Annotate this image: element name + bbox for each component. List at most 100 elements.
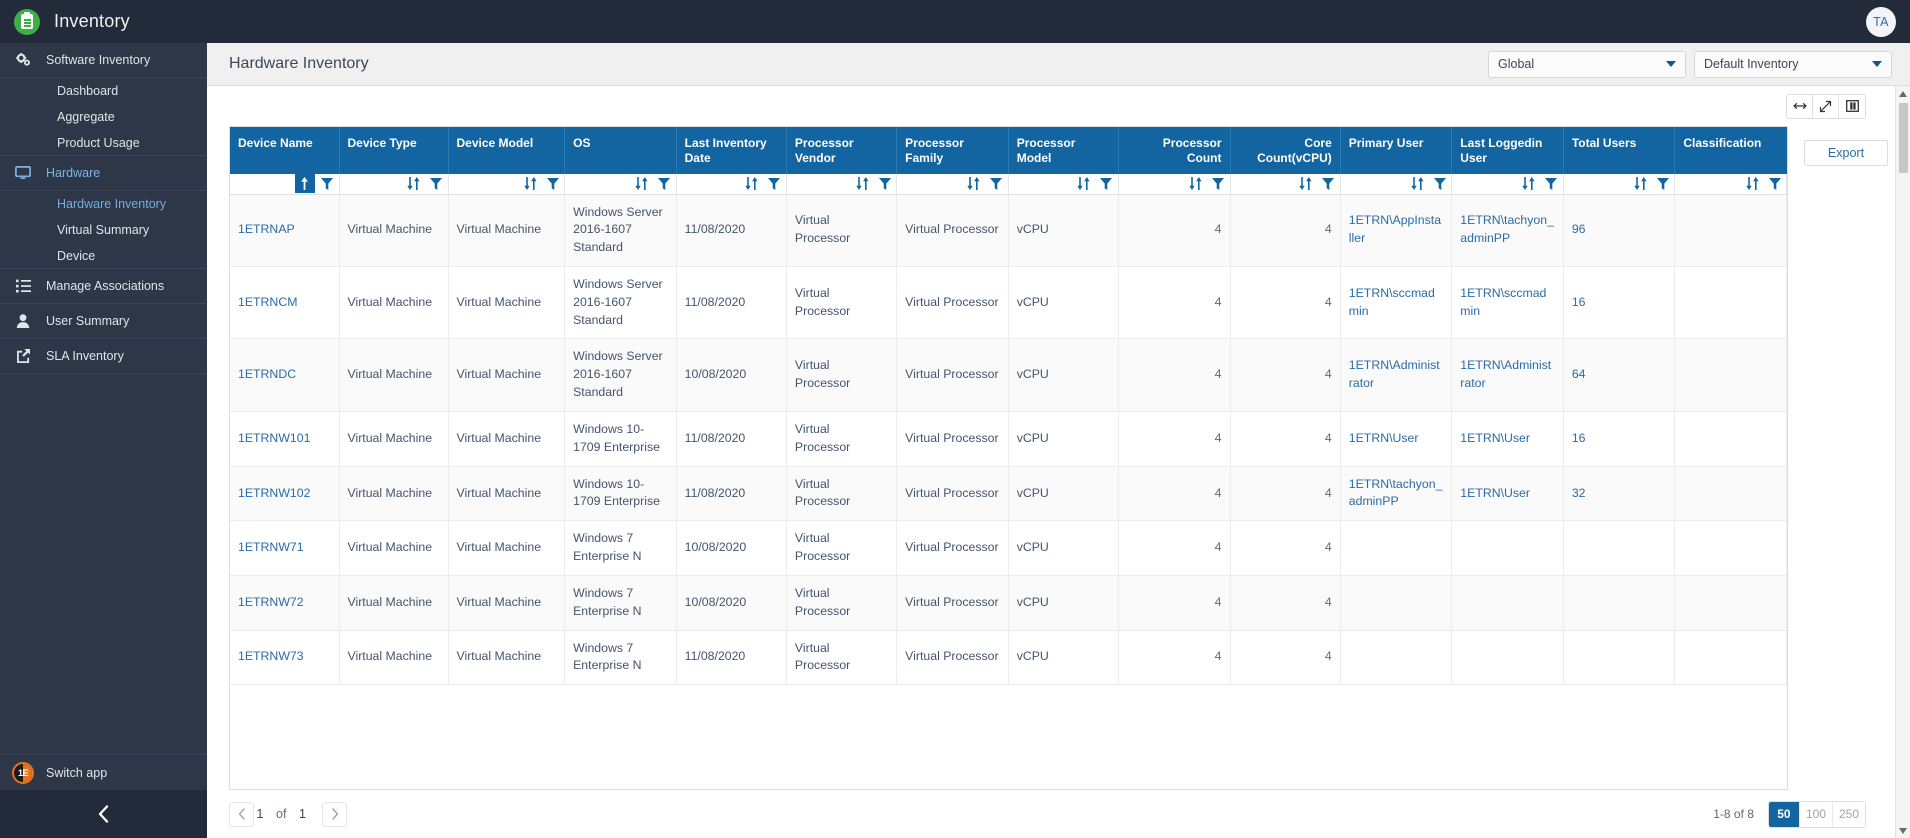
sidebar-item-hardware-inventory[interactable]: Hardware Inventory [0, 191, 207, 217]
sort-toggle-icon[interactable] [1074, 174, 1094, 193]
export-button[interactable]: Export [1804, 140, 1888, 166]
sidebar-item-manage-associations[interactable]: Manage Associations [0, 269, 207, 304]
sidebar-item-virtual-summary[interactable]: Virtual Summary [0, 217, 207, 243]
sort-toggle-icon[interactable] [1742, 174, 1762, 193]
sidebar-item-user-summary[interactable]: User Summary [0, 304, 207, 339]
next-page-button[interactable] [322, 801, 348, 827]
sidebar-item-product-usage[interactable]: Product Usage [0, 130, 207, 156]
table-row[interactable]: 1ETRNAP Virtual Machine Virtual Machine Win… [230, 194, 1787, 267]
scroll-down-icon[interactable] [1896, 823, 1910, 838]
sort-toggle-icon[interactable] [404, 174, 424, 193]
filter-icon[interactable] [1654, 174, 1671, 193]
cell-total-users[interactable]: 16 [1563, 266, 1676, 340]
cell-primary-user[interactable]: 1ETRN\tachyon_adminPP [1340, 466, 1453, 522]
table-row[interactable]: 1ETRNW102 Virtual Machine Virtual Machine W… [230, 466, 1787, 522]
sort-toggle-icon[interactable] [1519, 174, 1539, 193]
sidebar-item-sla-inventory[interactable]: SLA Inventory [0, 339, 207, 374]
switch-app-button[interactable]: 1E Switch app [0, 754, 207, 790]
sidebar-item-device[interactable]: Device [0, 243, 207, 269]
sort-toggle-icon[interactable] [1186, 174, 1206, 193]
column-header-device-name[interactable]: Device Name [230, 127, 340, 174]
scrollbar-thumb[interactable] [1898, 103, 1908, 173]
column-header-os[interactable]: OS [564, 127, 677, 174]
sort-toggle-icon[interactable] [632, 174, 652, 193]
column-header-processor-model[interactable]: Processor Model [1008, 127, 1119, 174]
cell-device-name[interactable]: 1ETRNAP [230, 194, 340, 267]
sidebar-item-dashboard[interactable]: Dashboard [0, 78, 207, 104]
cell-primary-user[interactable]: 1ETRN\Administrator [1340, 338, 1453, 412]
table-row[interactable]: 1ETRNW72 Virtual Machine Virtual Machine Wi… [230, 575, 1787, 631]
cell-primary-user[interactable]: 1ETRN\User [1340, 411, 1453, 467]
cell-total-users[interactable]: 16 [1563, 411, 1676, 467]
sidebar-collapse-button[interactable] [0, 790, 207, 838]
filter-icon[interactable] [1098, 174, 1115, 193]
cell-total-users[interactable]: 64 [1563, 338, 1676, 412]
sort-toggle-icon[interactable] [1407, 174, 1427, 193]
filter-icon[interactable] [766, 174, 783, 193]
column-header-processor-vendor[interactable]: Processor Vendor [786, 127, 898, 174]
column-header-last-loggedin-user[interactable]: Last Loggedin User [1451, 127, 1564, 174]
sort-toggle-icon[interactable] [1296, 174, 1316, 193]
page-size-250[interactable]: 250 [1832, 801, 1865, 827]
sidebar-item-software-inventory[interactable]: Software Inventory [0, 43, 207, 78]
column-header-primary-user[interactable]: Primary User [1340, 127, 1453, 174]
filter-icon[interactable] [1210, 174, 1227, 193]
columns-icon[interactable] [1839, 94, 1865, 118]
cell-last-loggedin-user[interactable]: 1ETRN\sccmadmin [1451, 266, 1564, 340]
page-size-50[interactable]: 50 [1768, 801, 1800, 827]
filter-icon[interactable] [428, 174, 445, 193]
filter-icon[interactable] [1320, 174, 1337, 193]
sort-toggle-icon[interactable] [852, 174, 872, 193]
filter-icon[interactable] [1431, 174, 1448, 193]
cell-primary-user[interactable]: 1ETRN\AppInstaller [1340, 194, 1453, 267]
column-header-device-type[interactable]: Device Type [339, 127, 449, 174]
column-header-classification[interactable]: Classification [1674, 127, 1787, 174]
column-header-device-model[interactable]: Device Model [448, 127, 566, 174]
cell-device-name[interactable]: 1ETRNW101 [230, 411, 340, 467]
fit-width-icon[interactable] [1787, 94, 1813, 118]
sort-asc-icon[interactable] [294, 174, 315, 194]
filter-icon[interactable] [656, 174, 673, 193]
cell-last-loggedin-user[interactable]: 1ETRN\tachyon_adminPP [1451, 194, 1564, 267]
cell-device-name[interactable]: 1ETRNDC [230, 338, 340, 412]
page-size-100[interactable]: 100 [1799, 801, 1833, 827]
sidebar-item-aggregate[interactable]: Aggregate [0, 104, 207, 130]
cell-total-users[interactable]: 32 [1563, 466, 1676, 522]
filter-icon[interactable] [1543, 174, 1560, 193]
cell-total-users[interactable]: 96 [1563, 194, 1676, 267]
cell-device-name[interactable]: 1ETRNW73 [230, 630, 340, 686]
sort-toggle-icon[interactable] [1630, 174, 1650, 193]
filter-icon[interactable] [876, 174, 893, 193]
scope-select[interactable]: Global [1488, 50, 1686, 78]
cell-primary-user[interactable]: 1ETRN\sccmadmin [1340, 266, 1453, 340]
column-header-total-users[interactable]: Total Users [1563, 127, 1676, 174]
table-row[interactable]: 1ETRNCM Virtual Machine Virtual Machine Win… [230, 266, 1787, 340]
sort-toggle-icon[interactable] [742, 174, 762, 193]
column-header-processor-family[interactable]: Processor Family [896, 127, 1009, 174]
cell-last-loggedin-user[interactable]: 1ETRN\User [1451, 411, 1564, 467]
sort-toggle-icon[interactable] [964, 174, 984, 193]
cell-device-name[interactable]: 1ETRNW72 [230, 575, 340, 631]
cell-last-loggedin-user[interactable]: 1ETRN\User [1451, 466, 1564, 522]
vertical-scrollbar[interactable] [1895, 86, 1910, 838]
table-row[interactable]: 1ETRNW71 Virtual Machine Virtual Machine Wi… [230, 520, 1787, 576]
cell-device-name[interactable]: 1ETRNW71 [230, 520, 340, 576]
filter-icon[interactable] [544, 174, 561, 193]
cell-last-loggedin-user[interactable]: 1ETRN\Administrator [1451, 338, 1564, 412]
filter-icon[interactable] [1766, 174, 1783, 193]
inventory-select[interactable]: Default Inventory [1694, 50, 1892, 78]
sidebar-item-hardware[interactable]: Hardware [0, 156, 207, 191]
cell-device-name[interactable]: 1ETRNCM [230, 266, 340, 340]
table-row[interactable]: 1ETRNW101 Virtual Machine Virtual Machine W… [230, 411, 1787, 467]
avatar[interactable]: TA [1866, 6, 1896, 37]
column-header-processor-count[interactable]: Processor Count [1118, 127, 1231, 174]
prev-page-button[interactable] [229, 801, 254, 827]
current-page-number[interactable]: 1 [254, 807, 266, 821]
column-header-core-count-vcpu[interactable]: Core Count(vCPU) [1230, 127, 1341, 174]
sort-toggle-icon[interactable] [520, 174, 540, 193]
scroll-up-icon[interactable] [1896, 86, 1910, 101]
filter-icon[interactable] [319, 174, 336, 193]
table-row[interactable]: 1ETRNW73 Virtual Machine Virtual Machine Wi… [230, 630, 1787, 686]
table-row[interactable]: 1ETRNDC Virtual Machine Virtual Machine Win… [230, 338, 1787, 412]
column-header-last-inventory-date[interactable]: Last Inventory Date [676, 127, 787, 174]
